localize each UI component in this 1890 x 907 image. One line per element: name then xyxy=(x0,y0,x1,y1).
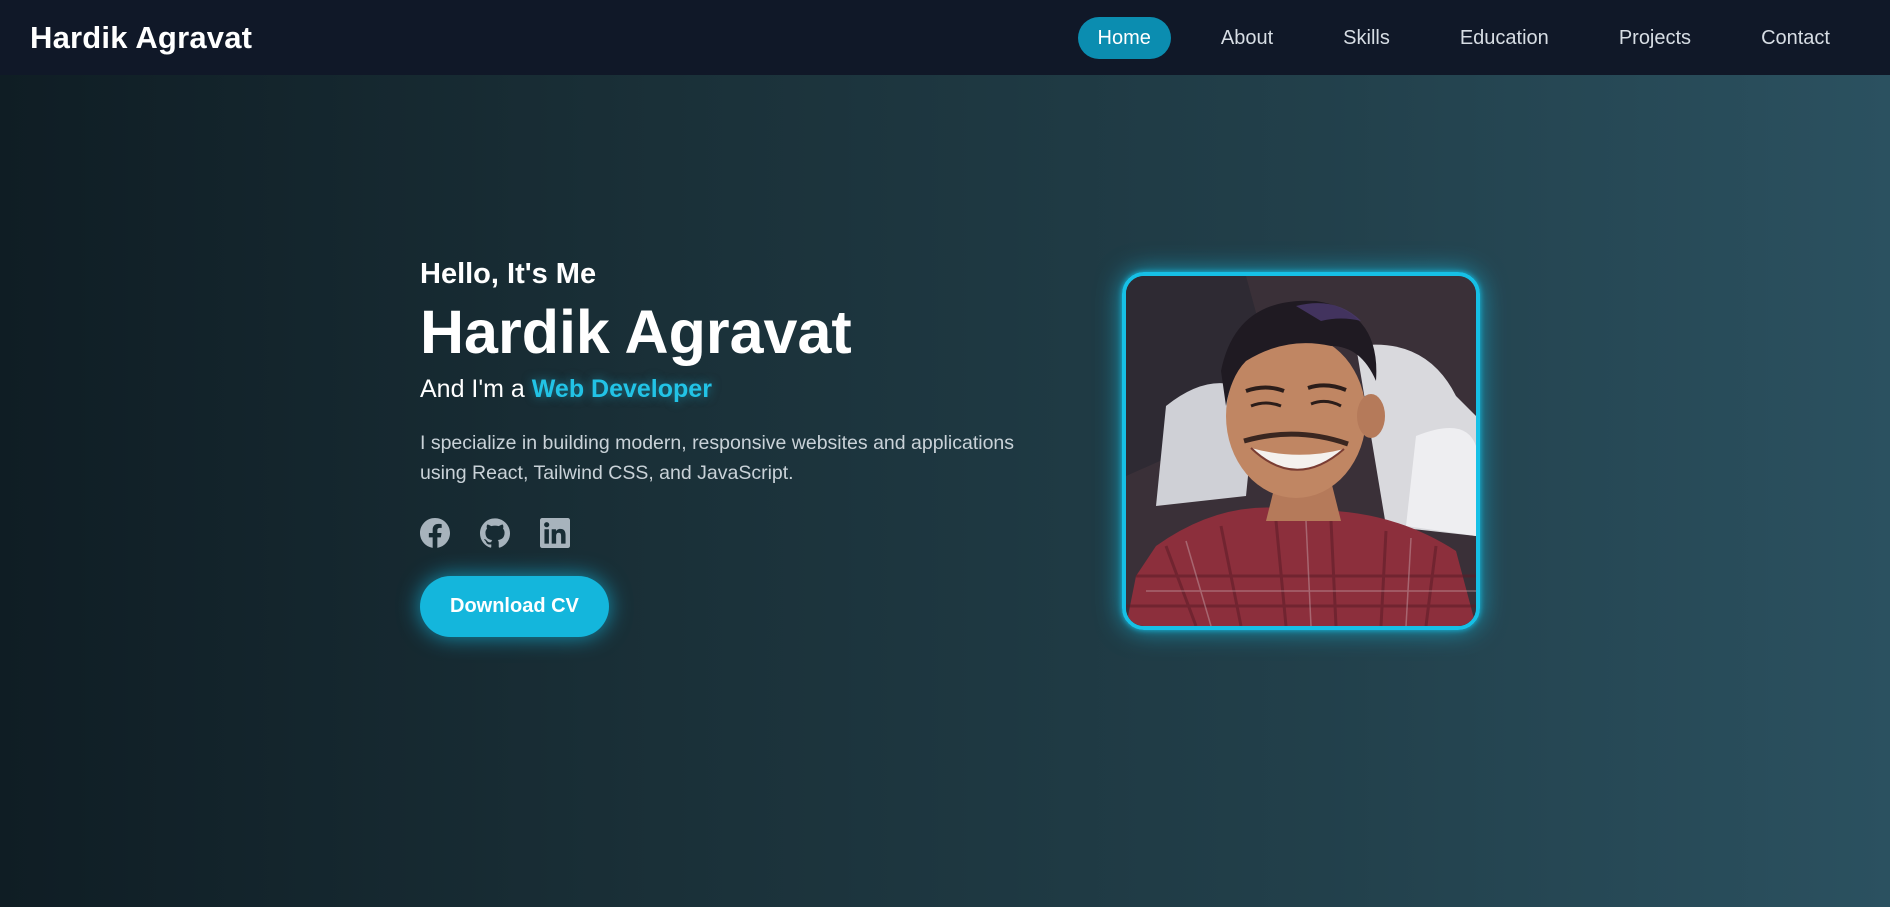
hero-intro: Hello, It's Me Hardik Agravat And I'm a … xyxy=(420,258,1060,637)
social-links xyxy=(420,518,1060,548)
github-icon[interactable] xyxy=(480,518,510,548)
nav-link-contact[interactable]: Contact xyxy=(1741,17,1850,59)
profile-photo xyxy=(1122,272,1480,630)
download-cv-button[interactable]: Download CV xyxy=(420,576,609,637)
nav-link-about[interactable]: About xyxy=(1201,17,1293,59)
brand-logo[interactable]: Hardik Agravat xyxy=(30,20,252,56)
profile-photo-illustration xyxy=(1126,276,1476,626)
nav-link-home[interactable]: Home xyxy=(1077,16,1171,59)
hero-greeting: Hello, It's Me xyxy=(420,258,597,290)
facebook-icon[interactable] xyxy=(420,518,450,548)
hero-role-prefix: And I'm a xyxy=(420,375,532,403)
hero-name: Hardik Agravat xyxy=(420,298,852,366)
nav-link-education[interactable]: Education xyxy=(1440,17,1569,59)
nav-link-skills[interactable]: Skills xyxy=(1323,17,1410,59)
hero-role-highlight: Web Developer xyxy=(531,375,712,403)
nav-links: Home About Skills Education Projects Con… xyxy=(1077,16,1850,59)
hero-role: And I'm a Web Developer xyxy=(420,375,1060,404)
linkedin-icon[interactable] xyxy=(540,518,570,548)
navbar: Hardik Agravat Home About Skills Educati… xyxy=(0,0,1890,75)
hero-description: I specialize in building modern, respons… xyxy=(420,432,1015,484)
nav-link-projects[interactable]: Projects xyxy=(1599,17,1711,59)
